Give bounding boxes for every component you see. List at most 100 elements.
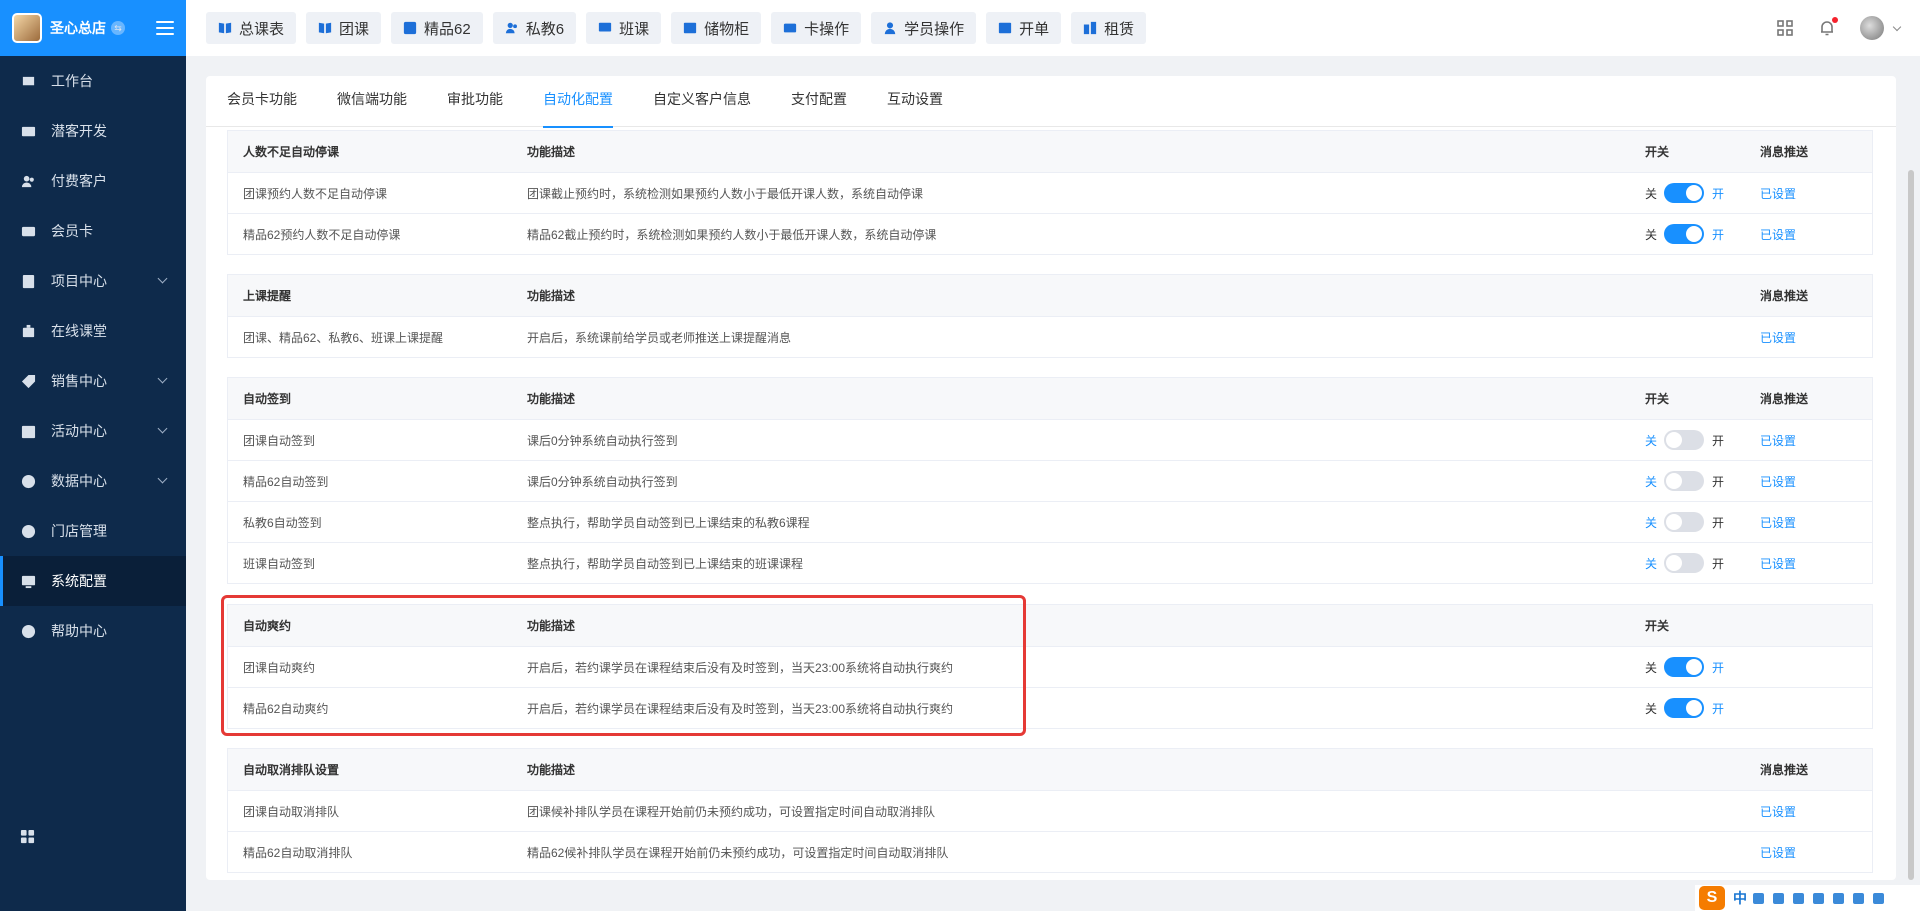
push-setting-link[interactable]: 已设置 (1760, 555, 1796, 572)
sidebar-item[interactable]: 项目中心 (0, 256, 186, 306)
quick-tab[interactable]: 开单 (986, 12, 1062, 44)
chevron-down-icon[interactable] (157, 423, 168, 434)
qrcode-icon[interactable] (1776, 19, 1794, 37)
column-header: 功能描述 (527, 763, 576, 777)
toggle-switch[interactable] (1664, 553, 1705, 573)
column-header: 上课提醒 (243, 289, 292, 303)
apps-grid-icon[interactable] (20, 829, 35, 847)
feature-desc: 团课截止预约时，系统检测如果预约人数小于最低开课人数，系统自动停课 (527, 186, 924, 201)
user-icon (884, 22, 896, 35)
card-icon (20, 223, 36, 239)
store-logo[interactable] (12, 13, 42, 43)
table-row: 团课自动取消排队 团课候补排队学员在课程开始前仍未预约成功，可设置指定时间自动取消… (228, 790, 1872, 831)
sidebar-item[interactable]: 工作台 (0, 56, 186, 106)
chevron-down-icon[interactable] (157, 373, 168, 384)
push-setting-link[interactable]: 已设置 (1760, 473, 1796, 490)
sidebar-item[interactable]: 门店管理 (0, 506, 186, 556)
menu-toggle-icon[interactable] (156, 21, 174, 35)
punct-icon[interactable] (1753, 892, 1764, 904)
config-tab[interactable]: 支付配置 (791, 76, 847, 127)
quick-tab[interactable]: 私教6 (492, 12, 577, 44)
sidebar-item[interactable]: 系统配置 (0, 556, 186, 606)
sidebar-item[interactable]: 在线课堂 (0, 306, 186, 356)
column-header: 消息推送 (1760, 763, 1809, 777)
sidebar-item[interactable]: 销售中心 (0, 356, 186, 406)
switch-off-label: 关 (1645, 515, 1658, 530)
config-tab[interactable]: 自动化配置 (543, 76, 613, 128)
column-header: 开关 (1645, 619, 1670, 633)
quick-tab[interactable]: 卡操作 (771, 12, 862, 44)
column-header: 消息推送 (1760, 289, 1809, 303)
push-setting-link[interactable]: 已设置 (1760, 803, 1796, 820)
push-setting-link[interactable]: 已设置 (1760, 432, 1796, 449)
toggle-switch[interactable] (1664, 698, 1705, 718)
sidebar-item[interactable]: 潜客开发 (0, 106, 186, 156)
sidebar-item[interactable]: 付费客户 (0, 156, 186, 206)
quick-tab[interactable]: 团课 (306, 12, 382, 44)
toggle-switch[interactable] (1664, 183, 1705, 203)
config-tab[interactable]: 审批功能 (447, 76, 503, 127)
pie-chart-icon (20, 473, 36, 489)
settings-icon[interactable] (1873, 892, 1884, 904)
activity-icon (20, 423, 36, 439)
toggle-group: 关 开 (1645, 471, 1724, 491)
toggle-switch[interactable] (1664, 657, 1705, 677)
notification-dot (1832, 17, 1838, 23)
config-tab[interactable]: 自定义客户信息 (653, 76, 751, 127)
quick-tab[interactable]: 班课 (586, 12, 662, 44)
sidebar-item[interactable]: 数据中心 (0, 456, 186, 506)
feature-name: 团课自动取消排队 (243, 804, 340, 819)
chevron-down-icon[interactable] (1892, 22, 1902, 31)
ime-logo[interactable]: S (1699, 886, 1725, 910)
feature-desc: 精品62截止预约时，系统检测如果预约人数小于最低开课人数，系统自动停课 (527, 227, 937, 242)
config-tab[interactable]: 微信端功能 (337, 76, 407, 127)
sidebar-item[interactable]: 活动中心 (0, 406, 186, 456)
push-setting-link[interactable]: 已设置 (1760, 844, 1796, 861)
bell-icon[interactable] (1818, 17, 1838, 37)
tools-icon[interactable] (1853, 892, 1864, 904)
locker-icon (683, 22, 697, 34)
quick-tab[interactable]: 总课表 (206, 12, 297, 44)
toggle-switch[interactable] (1664, 430, 1705, 450)
config-tab[interactable]: 会员卡功能 (227, 76, 297, 127)
toggle-group: 关 开 (1645, 430, 1724, 450)
chevron-down-icon[interactable] (157, 273, 168, 284)
users-icon (20, 173, 36, 189)
keyboard-icon[interactable] (1793, 892, 1804, 904)
chevron-down-icon[interactable] (157, 473, 168, 484)
toggle-switch[interactable] (1664, 224, 1705, 244)
quick-tab[interactable]: 储物柜 (671, 12, 762, 44)
quick-tab[interactable]: 学员操作 (871, 12, 977, 44)
star-card-icon (403, 21, 417, 35)
push-setting-link[interactable]: 已设置 (1760, 329, 1796, 346)
avatar[interactable] (1860, 16, 1884, 40)
order-icon (999, 22, 1012, 34)
help-icon (20, 623, 36, 639)
sidebar-item[interactable]: 会员卡 (0, 206, 186, 256)
column-header: 自动取消排队设置 (243, 763, 340, 777)
switch-store-icon[interactable]: ⇆ (111, 21, 125, 35)
toggle-switch[interactable] (1664, 512, 1705, 532)
skin-icon[interactable] (1813, 892, 1824, 904)
switch-off-label: 关 (1645, 186, 1658, 201)
store-name[interactable]: 圣心总店 (50, 18, 106, 38)
quick-tab[interactable]: 租赁 (1071, 12, 1147, 44)
ime-lang[interactable]: 中 (1733, 888, 1747, 908)
push-setting-link[interactable]: 已设置 (1760, 185, 1796, 202)
brand-bar: 圣心总店 ⇆ (0, 0, 186, 56)
classroom-icon (20, 323, 36, 339)
mic-icon[interactable] (1773, 892, 1784, 904)
column-header: 开关 (1645, 145, 1670, 159)
table-header: 自动签到 功能描述 开关 消息推送 (228, 378, 1872, 419)
feature-desc: 团课候补排队学员在课程开始前仍未预约成功，可设置指定时间自动取消排队 (527, 804, 936, 819)
game-icon[interactable] (1833, 892, 1844, 904)
push-setting-link[interactable]: 已设置 (1760, 514, 1796, 531)
sidebar-item[interactable]: 帮助中心 (0, 606, 186, 656)
toggle-switch[interactable] (1664, 471, 1705, 491)
sidebar-item-label: 活动中心 (51, 423, 107, 439)
scrollbar[interactable] (1908, 170, 1914, 880)
quick-tab[interactable]: 精品62 (391, 12, 483, 44)
push-setting-link[interactable]: 已设置 (1760, 226, 1796, 243)
config-tab[interactable]: 互动设置 (887, 76, 943, 127)
feature-name: 私教6自动签到 (243, 515, 322, 530)
